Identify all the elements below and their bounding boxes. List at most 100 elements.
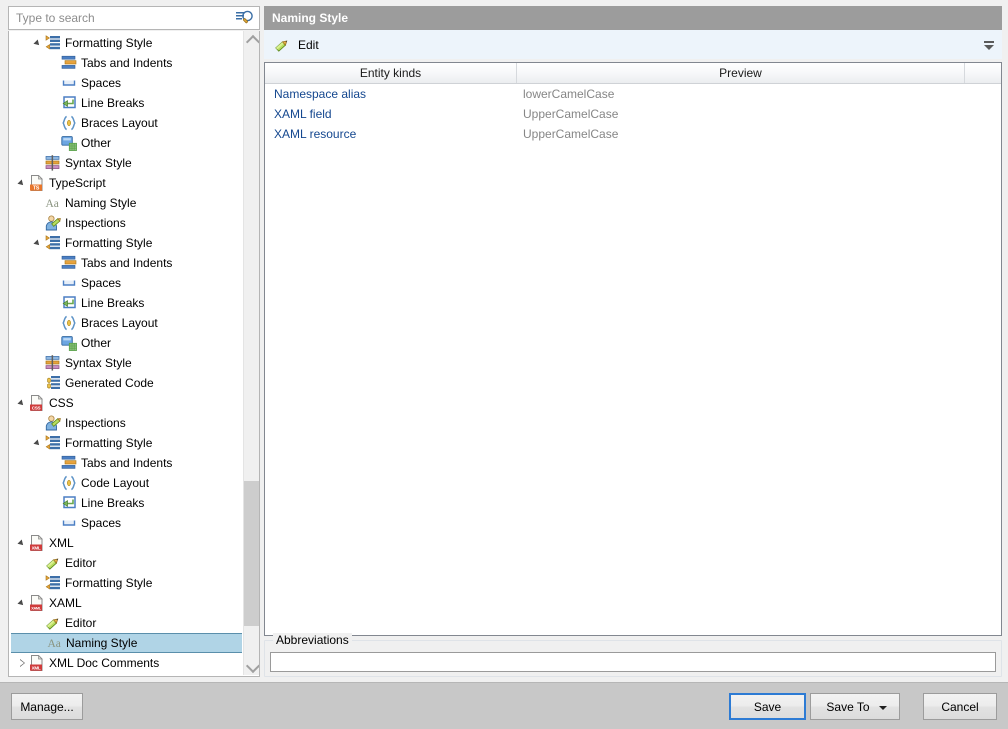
cell-preview: UpperCamelCase xyxy=(517,104,965,124)
tree-item-typescript[interactable]: TSTypeScript xyxy=(9,173,244,193)
tree-item-label: Inspections xyxy=(65,413,126,433)
tree-item-braces-layout[interactable]: Braces Layout xyxy=(9,313,244,333)
tree-item-label: Editor xyxy=(65,553,96,573)
expander-open-icon[interactable] xyxy=(33,233,45,253)
tree-item-css[interactable]: CSSCSS xyxy=(9,393,244,413)
save-button[interactable]: Save xyxy=(729,693,806,720)
cell-entity-kind[interactable]: XAML field xyxy=(265,104,517,124)
tree-item-label: XML xyxy=(49,533,74,553)
expander-open-icon[interactable] xyxy=(17,393,29,413)
tree-item-label: Formatting Style xyxy=(65,433,152,453)
tree-item-syntax-style[interactable]: Syntax Style xyxy=(9,153,244,173)
scroll-up-arrow-icon[interactable] xyxy=(244,31,260,47)
tree-spacer xyxy=(35,633,47,653)
line-breaks-icon xyxy=(61,95,77,111)
tree-item-label: Tabs and Indents xyxy=(81,253,172,273)
tree-item-label: Other xyxy=(81,133,111,153)
scroll-down-arrow-icon[interactable] xyxy=(244,659,260,675)
expander-open-icon[interactable] xyxy=(33,433,45,453)
tree-item-spaces[interactable]: Spaces xyxy=(9,73,244,93)
formatting-style-icon xyxy=(45,575,61,591)
table-row[interactable]: XAML resourceUpperCamelCase xyxy=(265,124,1001,144)
cell-entity-kind[interactable]: Namespace alias xyxy=(265,84,517,104)
tree-item-formatting-style[interactable]: Formatting Style xyxy=(9,433,244,453)
tree-item-formatting-style[interactable]: Formatting Style xyxy=(9,233,244,253)
column-header-entity-kinds[interactable]: Entity kinds xyxy=(265,63,517,83)
expander-open-icon[interactable] xyxy=(17,533,29,553)
formatting-style-icon xyxy=(45,435,61,451)
table-row[interactable]: Namespace aliaslowerCamelCase xyxy=(265,84,1001,104)
search-box[interactable] xyxy=(8,6,260,30)
cell-preview: UpperCamelCase xyxy=(517,124,965,144)
naming-style-icon: Aa xyxy=(45,195,61,211)
tree-spacer xyxy=(49,313,61,333)
toolbar-overflow-chevron-icon[interactable] xyxy=(982,39,996,53)
naming-style-icon: Aa xyxy=(47,635,63,651)
tree-item-spaces[interactable]: Spaces xyxy=(9,273,244,293)
syntax-style-icon xyxy=(45,355,61,371)
tree-item-xaml[interactable]: XAMLXAML xyxy=(9,593,244,613)
tree-spacer xyxy=(49,293,61,313)
tree-item-label: Formatting Style xyxy=(65,233,152,253)
line-breaks-icon xyxy=(61,295,77,311)
tree-spacer xyxy=(33,553,45,573)
tree-item-xml[interactable]: XMLXML xyxy=(9,533,244,553)
xml-file-icon: XML xyxy=(29,535,45,551)
tree-item-generated-code[interactable]: Generated Code xyxy=(9,373,244,393)
manage-button[interactable]: Manage... xyxy=(11,693,83,720)
tree-spacer xyxy=(49,113,61,133)
tree-item-inspections[interactable]: Inspections xyxy=(9,213,244,233)
tree-item-tabs-and-indents[interactable]: Tabs and Indents xyxy=(9,253,244,273)
tree-item-braces-layout[interactable]: Braces Layout xyxy=(9,113,244,133)
tree-spacer xyxy=(33,353,45,373)
tree-item-line-breaks[interactable]: Line Breaks xyxy=(9,293,244,313)
expander-open-icon[interactable] xyxy=(17,173,29,193)
expander-open-icon[interactable] xyxy=(17,593,29,613)
tabs-and-indents-icon xyxy=(61,255,77,271)
tree-vertical-scrollbar[interactable] xyxy=(243,31,259,675)
css-file-icon: CSS xyxy=(29,395,45,411)
tree-item-other[interactable]: Other xyxy=(9,133,244,153)
tree-item-formatting-style[interactable]: Formatting Style xyxy=(9,33,244,53)
panel-title: Naming Style xyxy=(264,6,1002,30)
tree-item-code-layout[interactable]: Code Layout xyxy=(9,473,244,493)
search-input[interactable] xyxy=(9,8,234,28)
expander-closed-icon[interactable] xyxy=(17,653,29,673)
tree-spacer xyxy=(33,213,45,233)
tree-item-label: Tabs and Indents xyxy=(81,453,172,473)
tree-item-xml-doc-comments[interactable]: XMLXML Doc Comments xyxy=(9,653,244,673)
tree-spacer xyxy=(33,613,45,633)
search-filter-icon[interactable] xyxy=(234,8,256,28)
formatting-style-icon xyxy=(45,35,61,51)
braces-layout-icon xyxy=(61,475,77,491)
column-header-preview[interactable]: Preview xyxy=(517,63,965,83)
tree-item-naming-style[interactable]: AaNaming Style xyxy=(9,193,244,213)
tree-item-inspections[interactable]: Inspections xyxy=(9,413,244,433)
tree-item-naming-style[interactable]: AaNaming Style xyxy=(11,633,242,653)
expander-open-icon[interactable] xyxy=(33,33,45,53)
column-header-extra[interactable] xyxy=(965,63,1000,83)
cancel-button[interactable]: Cancel xyxy=(923,693,997,720)
naming-rules-grid[interactable]: Entity kinds Preview Namespace aliaslowe… xyxy=(264,62,1002,636)
tree-item-editor[interactable]: Editor xyxy=(9,553,244,573)
tree-item-other[interactable]: Other xyxy=(9,333,244,353)
scrollbar-thumb[interactable] xyxy=(244,481,260,626)
save-to-button[interactable]: Save To xyxy=(810,693,900,720)
table-row[interactable]: XAML fieldUpperCamelCase xyxy=(265,104,1001,124)
settings-tree-list: Formatting StyleTabs and IndentsSpacesLi… xyxy=(9,31,244,675)
abbreviations-input[interactable] xyxy=(270,652,996,672)
tree-item-tabs-and-indents[interactable]: Tabs and Indents xyxy=(9,453,244,473)
tree-item-editor[interactable]: Editor xyxy=(9,613,244,633)
tree-item-line-breaks[interactable]: Line Breaks xyxy=(9,493,244,513)
typescript-file-icon: TS xyxy=(29,175,45,191)
edit-button[interactable]: Edit xyxy=(272,34,325,56)
tree-item-syntax-style[interactable]: Syntax Style xyxy=(9,353,244,373)
tree-item-formatting-style[interactable]: Formatting Style xyxy=(9,573,244,593)
tree-item-spaces[interactable]: Spaces xyxy=(9,513,244,533)
settings-tree[interactable]: Formatting StyleTabs and IndentsSpacesLi… xyxy=(8,31,260,677)
cell-entity-kind[interactable]: XAML resource xyxy=(265,124,517,144)
editor-pencil-icon xyxy=(45,615,61,631)
tree-item-tabs-and-indents[interactable]: Tabs and Indents xyxy=(9,53,244,73)
tree-item-line-breaks[interactable]: Line Breaks xyxy=(9,93,244,113)
naming-style-panel: Naming Style Edit xyxy=(264,6,1002,677)
